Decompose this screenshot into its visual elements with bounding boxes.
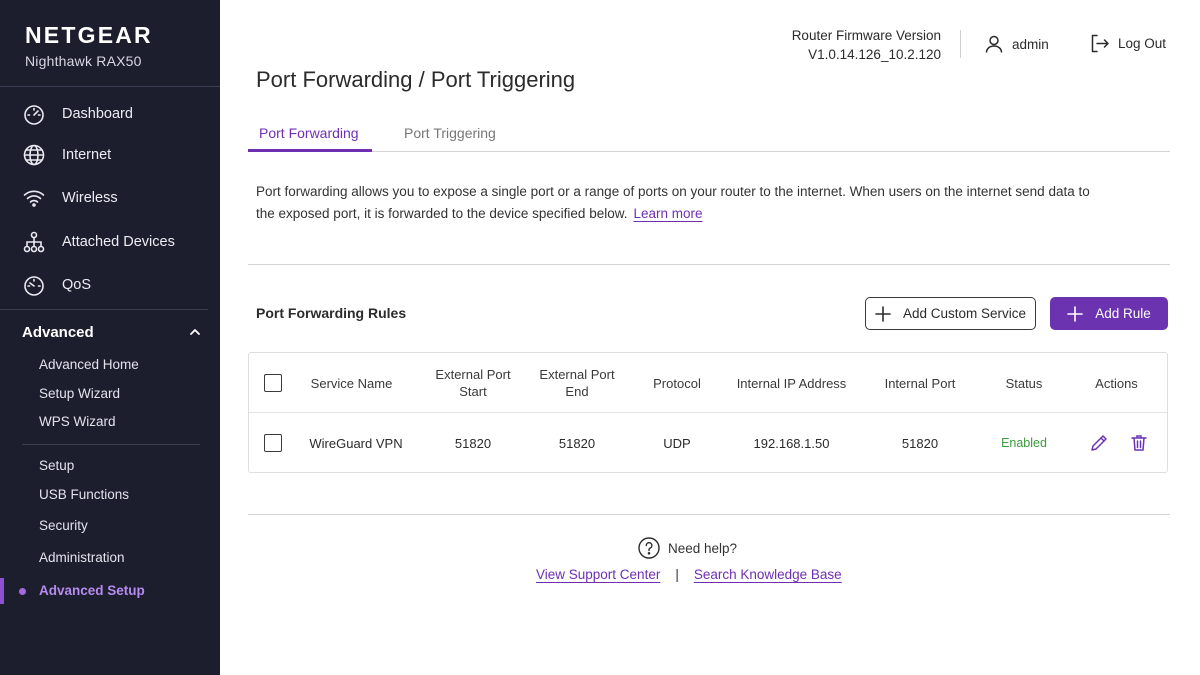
add-rule-button[interactable]: Add Rule	[1050, 297, 1168, 330]
cell-actions	[1079, 413, 1159, 473]
section-divider	[248, 514, 1170, 515]
tab-port-triggering[interactable]: Port Triggering	[404, 125, 496, 141]
cell-ext-start: 51820	[454, 435, 492, 451]
button-label: Add Custom Service	[902, 306, 1027, 321]
sidebar-divider	[0, 86, 220, 87]
sidebar-item-label: Attached Devices	[62, 234, 175, 250]
sidebar-item-dashboard[interactable]: Dashboard	[0, 96, 220, 132]
gauge-icon	[22, 102, 46, 126]
delete-button[interactable]	[1128, 432, 1150, 454]
header-cell-service-name[interactable]: Service Name	[294, 353, 409, 413]
sidebar-item-administration[interactable]: Administration	[39, 550, 125, 565]
brand: NETGEAR Nighthawk RAX50	[25, 22, 153, 69]
header-cell-internal-port[interactable]: Internal Port	[865, 353, 975, 413]
learn-more-link[interactable]: Learn more	[633, 206, 702, 221]
status-badge: Enabled	[1001, 435, 1047, 450]
view-support-center-link[interactable]: View Support Center	[536, 567, 660, 582]
sidebar-item-setup[interactable]: Setup	[39, 458, 74, 473]
cell-protocol: UDP	[663, 435, 691, 451]
sidebar-item-internet[interactable]: Internet	[0, 137, 220, 173]
wifi-icon	[22, 186, 46, 210]
header-cell-protocol[interactable]: Protocol	[637, 353, 717, 413]
active-tab-underline	[248, 149, 372, 152]
header-cell-ext-end[interactable]: External Port End	[529, 353, 625, 413]
cell-service-name: WireGuard VPN	[309, 435, 403, 451]
header-cell-status[interactable]: Status	[984, 353, 1064, 413]
sidebar-item-advanced-home[interactable]: Advanced Home	[39, 357, 139, 372]
add-custom-service-button[interactable]: Add Custom Service	[865, 297, 1036, 330]
page-description: Port forwarding allows you to expose a s…	[256, 181, 1096, 225]
sidebar-item-label: Internet	[62, 147, 112, 163]
tab-port-forwarding[interactable]: Port Forwarding	[259, 125, 359, 141]
sidebar-item-wireless[interactable]: Wireless	[0, 180, 220, 216]
trash-icon	[1131, 435, 1147, 451]
firmware-version: V1.0.14.126_10.2.120	[808, 47, 941, 62]
sidebar-divider	[22, 444, 200, 445]
cell-internal-ip: 192.168.1.50	[753, 435, 830, 451]
netgear-logo: NETGEAR	[25, 22, 153, 48]
logout-icon	[1091, 34, 1109, 53]
table-header: Service Name External Port Start Externa…	[249, 353, 1167, 413]
sidebar-section-advanced[interactable]: Advanced	[0, 318, 220, 346]
help-block: Need help?	[638, 537, 737, 559]
sidebar: NETGEAR Nighthawk RAX50 Dashboard Intern…	[0, 0, 220, 675]
router-model: Nighthawk RAX50	[25, 53, 142, 69]
network-icon	[22, 230, 46, 254]
sidebar-item-label: Wireless	[62, 190, 118, 206]
sidebar-item-label: QoS	[62, 277, 92, 293]
cell-status: Enabled	[984, 413, 1064, 473]
active-indicator-dot	[19, 588, 26, 595]
cell-internal-port: 51820	[901, 435, 939, 451]
section-divider	[248, 264, 1170, 265]
help-links: View Support Center | Search Knowledge B…	[536, 567, 842, 582]
rules-table: Service Name External Port Start Externa…	[248, 352, 1168, 473]
pencil-icon	[1091, 435, 1107, 451]
user-icon	[985, 35, 1003, 53]
sidebar-section-label: Advanced	[22, 323, 94, 341]
header-cell-select	[263, 353, 283, 413]
button-label: Add Rule	[1095, 306, 1151, 321]
header-cell-ext-start[interactable]: External Port Start	[425, 353, 521, 413]
row-cell-select	[263, 413, 283, 473]
rules-section-title: Port Forwarding Rules	[256, 305, 407, 321]
question-circle-icon	[638, 537, 660, 559]
link-separator: |	[675, 567, 679, 582]
chevron-up-icon	[188, 325, 202, 339]
sidebar-item-qos[interactable]: QoS	[0, 267, 220, 303]
cell-ext-end: 51820	[558, 435, 596, 451]
sidebar-divider	[0, 309, 208, 310]
sidebar-item-wps-wizard[interactable]: WPS Wizard	[39, 414, 116, 429]
table-row: WireGuard VPN 51820 51820 UDP 192.168.1.…	[249, 413, 1167, 473]
firmware-label: Router Firmware Version	[791, 28, 941, 43]
sidebar-item-attached-devices[interactable]: Attached Devices	[0, 224, 220, 260]
page-title: Port Forwarding / Port Triggering	[256, 67, 576, 92]
globe-icon	[22, 143, 46, 167]
sidebar-item-security[interactable]: Security	[39, 518, 88, 533]
sidebar-item-label: Dashboard	[62, 106, 133, 122]
firmware-info: Router Firmware Version V1.0.14.126_10.2…	[792, 26, 941, 64]
active-indicator-bar	[0, 578, 4, 604]
plus-icon	[1067, 305, 1084, 322]
help-label: Need help?	[668, 540, 738, 556]
plus-icon	[875, 305, 891, 322]
row-checkbox[interactable]	[264, 434, 282, 452]
user-menu[interactable]: admin	[984, 34, 1049, 54]
sidebar-item-advanced-setup[interactable]: Advanced Setup	[39, 583, 145, 598]
username: admin	[1012, 36, 1049, 52]
header-cell-actions: Actions	[1095, 375, 1138, 391]
sidebar-item-usb-functions[interactable]: USB Functions	[39, 487, 129, 502]
logout-label: Log Out	[1118, 36, 1167, 51]
header-cell-internal-ip[interactable]: Internal IP Address	[724, 353, 859, 413]
header-divider	[960, 30, 961, 58]
gauge-icon	[22, 273, 46, 297]
logout-button[interactable]: Log Out	[1089, 33, 1166, 54]
sidebar-item-setup-wizard[interactable]: Setup Wizard	[39, 386, 120, 401]
tabs-divider	[248, 151, 1170, 152]
select-all-checkbox[interactable]	[264, 374, 282, 392]
search-knowledge-base-link[interactable]: Search Knowledge Base	[694, 567, 842, 582]
edit-button[interactable]	[1088, 432, 1110, 454]
